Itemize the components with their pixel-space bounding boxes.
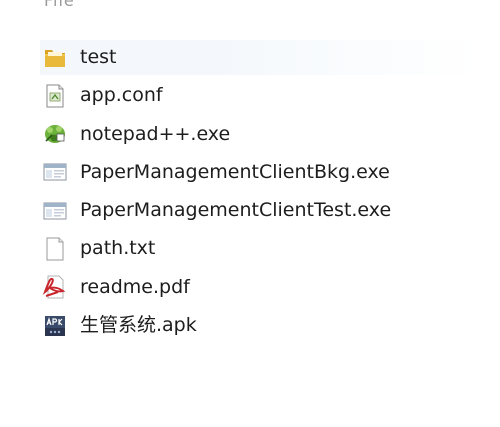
folder-icon (42, 45, 68, 71)
file-name: readme.pdf (80, 275, 190, 298)
notepad-plus-plus-icon (42, 121, 68, 147)
file-name: 生管系统.apk (80, 314, 197, 337)
application-window-icon (42, 198, 68, 224)
pdf-file-icon (42, 274, 68, 300)
config-file-icon (42, 83, 68, 109)
file-item-apk[interactable]: 生管系统.apk (40, 308, 480, 343)
file-name: path.txt (80, 237, 156, 260)
file-name: app.conf (80, 84, 163, 107)
file-item-notepad-plus-plus[interactable]: notepad++.exe (40, 117, 480, 152)
application-window-icon (42, 159, 68, 185)
file-name: PaperManagementClientBkg.exe (80, 160, 390, 183)
file-name: PaperManagementClientTest.exe (80, 199, 392, 222)
file-name: notepad++.exe (80, 122, 231, 145)
file-item-paper-management-client-bkg[interactable]: PaperManagementClientBkg.exe (40, 155, 480, 190)
file-name: test (80, 46, 117, 68)
apk-file-icon (42, 313, 68, 339)
file-item-test[interactable]: test (40, 40, 480, 75)
column-header-fragment: File (44, 0, 75, 10)
file-item-paper-management-client-test[interactable]: PaperManagementClientTest.exe (40, 193, 480, 228)
file-list: test app.conf notepad++.exe PaperManagem… (40, 40, 480, 346)
file-item-path-txt[interactable]: path.txt (40, 231, 480, 266)
text-file-icon (42, 236, 68, 262)
file-item-readme-pdf[interactable]: readme.pdf (40, 270, 480, 305)
file-item-app-conf[interactable]: app.conf (40, 78, 480, 113)
